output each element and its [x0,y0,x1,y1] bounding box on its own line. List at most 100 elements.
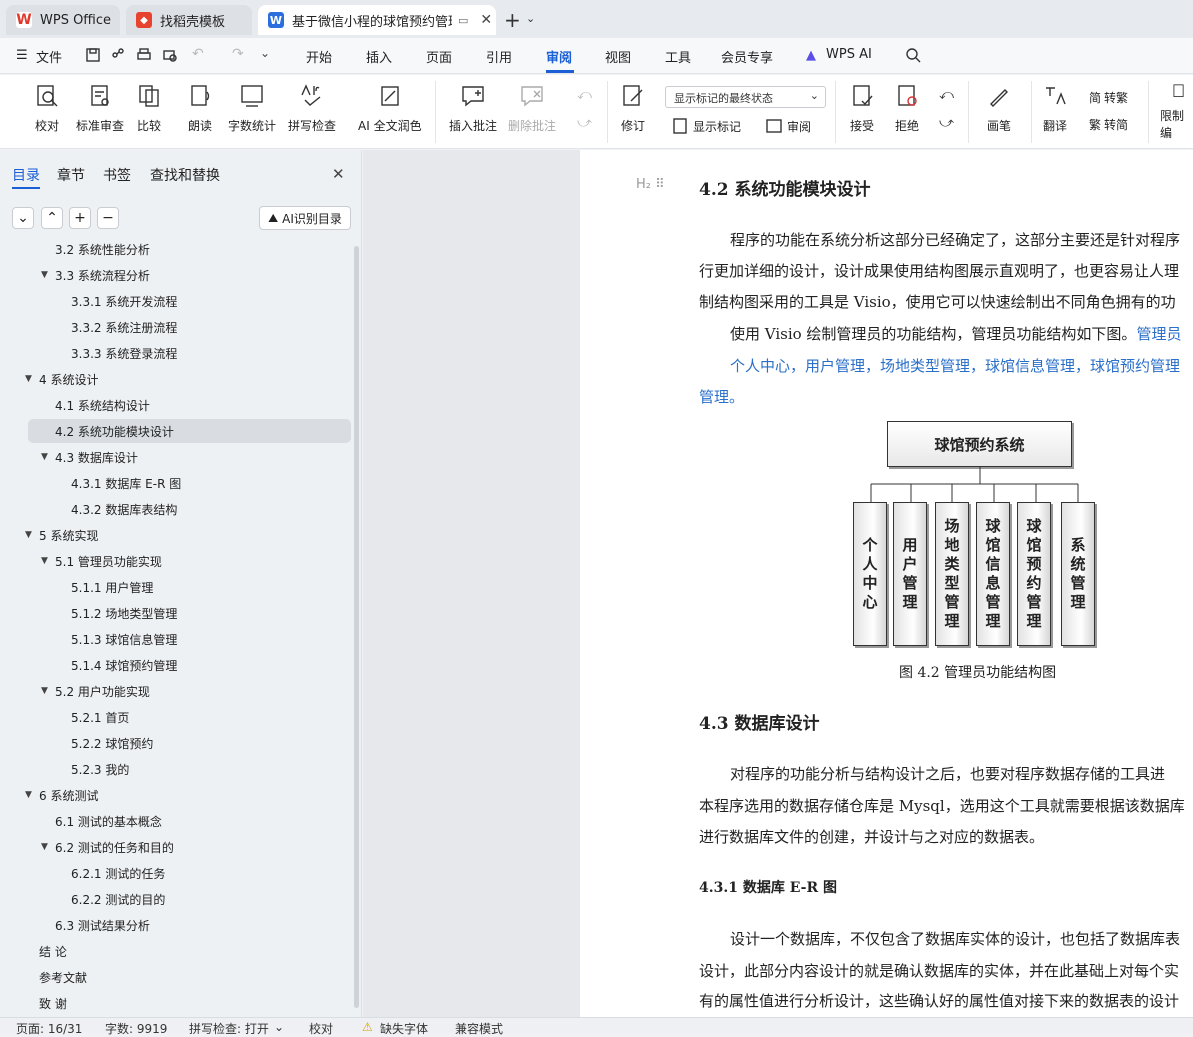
expand-arrow-icon[interactable]: ▼ [25,374,32,384]
menu-view[interactable]: 视图 [605,47,631,66]
add-heading-button[interactable]: + [69,207,91,229]
remove-heading-button[interactable]: − [97,207,119,229]
toc-item[interactable]: ▼ 5.2 用户功能实现 [0,679,352,703]
toc-item[interactable]: ▼ 6.2 测试的任务和目的 [0,835,352,859]
proof-button[interactable]: 校对 [34,83,60,141]
chevron-down-icon[interactable]: ⌄ [274,1020,284,1034]
toc-item[interactable]: 3.3.1 系统开发流程 [0,289,352,313]
toc-item[interactable]: ▼ 3.3 系统流程分析 [0,263,352,287]
toc-item[interactable]: ▼ 6 系统测试 [0,783,352,807]
search-icon[interactable] [905,47,921,63]
toc-item[interactable]: 4.2 系统功能模块设计 [28,419,351,443]
heading-level-icon[interactable]: H₂ ⠿ [636,177,665,192]
expand-arrow-icon[interactable]: ▼ [41,452,48,462]
toc-item[interactable]: 6.1 测试的基本概念 [0,809,352,833]
expand-arrow-icon[interactable]: ▼ [41,842,48,852]
next-comment-icon[interactable]: ⤻ [577,115,592,131]
spell-check-button[interactable]: 拼写检查 [288,83,336,141]
save-icon[interactable] [85,47,101,63]
markup-state-select[interactable]: 显示标记的最终状态 ⌄ [665,86,826,108]
expand-arrow-icon[interactable]: ▼ [25,530,32,540]
previous-comment-icon[interactable]: ⤺ [577,87,592,103]
tab-document[interactable]: W 基于微信小程的球馆预约管理 ▭ ✕ [258,5,496,35]
revise-button[interactable]: 修订 [620,83,646,141]
to-traditional-button[interactable]: 简 转繁 [1089,86,1128,108]
monitor-icon[interactable]: ▭ [458,14,468,27]
toc-item[interactable]: 致 谢 [0,991,352,1015]
restrict-edit-button[interactable]: 限制编 [1160,83,1193,141]
menu-tools[interactable]: 工具 [665,47,691,66]
hamburger-icon[interactable]: ☰ [16,48,28,63]
menu-page[interactable]: 页面 [426,47,452,66]
status-page[interactable]: 页面: 16/31 [16,1020,82,1037]
tab-template[interactable]: ◆ 找稻壳模板 [126,5,252,35]
toc-item[interactable]: 6.3 测试结果分析 [0,913,352,937]
accept-button[interactable]: 接受 [849,83,875,141]
nav-tab-chapters[interactable]: 章节 [57,165,85,185]
expand-arrow-icon[interactable]: ▼ [41,556,48,566]
ink-button[interactable]: 画笔 [986,83,1012,141]
tab-wps-office[interactable]: W WPS Office [6,5,120,35]
toc-item[interactable]: 6.2.1 测试的任务 [0,861,352,885]
close-tab-icon[interactable]: ✕ [480,12,492,28]
expand-arrow-icon[interactable]: ▼ [41,270,48,280]
close-icon[interactable]: ✕ [332,165,345,183]
toc-item[interactable]: 5.2.1 首页 [0,705,352,729]
to-simplified-button[interactable]: 繁 转简 [1089,113,1128,135]
translate-button[interactable]: 翻译 [1042,83,1068,141]
toc-item[interactable]: 3.2 系统性能分析 [0,237,352,261]
ai-toc-button[interactable]: ⛰ AI识别目录 [259,206,351,230]
toc-item[interactable]: 4.3.2 数据库表结构 [0,497,352,521]
toc-item[interactable]: ▼ 5 系统实现 [0,523,352,547]
status-spellcheck[interactable]: 拼写检查: 打开 [189,1020,269,1037]
toc-item[interactable]: 4.3.1 数据库 E-R 图 [0,471,352,495]
menu-wps-ai[interactable]: WPS AI [826,47,872,62]
toc-item[interactable]: 结 论 [0,939,352,963]
status-proof[interactable]: 校对 [309,1020,333,1037]
word-count-button[interactable]: 字数统计 [228,83,276,141]
ai-polish-button[interactable]: AI 全文润色 [358,83,422,141]
undo-icon[interactable]: ↶ [192,46,204,62]
collapse-up-button[interactable]: ⌃ [41,207,63,229]
redo-icon[interactable]: ↷ [232,46,244,62]
chevron-down-icon[interactable]: ⌄ [260,46,270,60]
insert-comment-button[interactable]: 插入批注 [449,83,497,141]
expand-arrow-icon[interactable]: ▼ [25,790,32,800]
review-pane-button[interactable]: 审阅 [765,115,811,137]
nav-tab-find-replace[interactable]: 查找和替换 [150,165,220,185]
toc-item[interactable]: 5.2.2 球馆预约 [0,731,352,755]
status-missing-font[interactable]: 缺失字体 [380,1020,428,1037]
toc-item[interactable]: 5.1.1 用户管理 [0,575,352,599]
delete-comment-button[interactable]: 删除批注 [508,83,556,141]
menu-insert[interactable]: 插入 [366,47,392,66]
toc-item[interactable]: 6.2.2 测试的目的 [0,887,352,911]
toc-item[interactable]: 4.1 系统结构设计 [0,393,352,417]
toc-item[interactable]: 参考文献 [0,965,352,989]
next-change-icon[interactable]: ⤻ [939,115,954,131]
menu-member[interactable]: 会员专享 [721,47,773,66]
chevron-down-icon[interactable]: ⌄ [526,12,535,25]
menu-file[interactable]: 文件 [36,47,62,66]
toc-item[interactable]: ▼ 4 系统设计 [0,367,352,391]
toc-item[interactable]: 5.1.4 球馆预约管理 [0,653,352,677]
menu-review[interactable]: 审阅 [546,47,572,66]
status-wordcount[interactable]: 字数: 9919 [105,1020,167,1037]
read-aloud-button[interactable]: 朗读 [187,83,213,141]
toc-item[interactable]: 5.1.3 球馆信息管理 [0,627,352,651]
new-tab-icon[interactable]: + [504,8,521,32]
scrollbar[interactable] [354,246,359,1008]
collapse-down-button[interactable]: ⌄ [12,207,34,229]
toc-item[interactable]: 3.3.3 系统登录流程 [0,341,352,365]
compare-button[interactable]: 比较 [136,83,162,141]
nav-tab-toc[interactable]: 目录 [12,165,40,185]
share-icon[interactable] [110,47,126,63]
show-markup-button[interactable]: 显示标记 [671,115,741,137]
expand-arrow-icon[interactable]: ▼ [41,686,48,696]
toc-item[interactable]: ▼ 5.1 管理员功能实现 [0,549,352,573]
toc-item[interactable]: 5.1.2 场地类型管理 [0,601,352,625]
nav-tab-bookmarks[interactable]: 书签 [103,165,131,185]
menu-reference[interactable]: 引用 [486,47,512,66]
standard-review-button[interactable]: 标准审查 [76,83,124,141]
toc-item[interactable]: ▼ 4.3 数据库设计 [0,445,352,469]
print-preview-icon[interactable] [162,47,178,63]
